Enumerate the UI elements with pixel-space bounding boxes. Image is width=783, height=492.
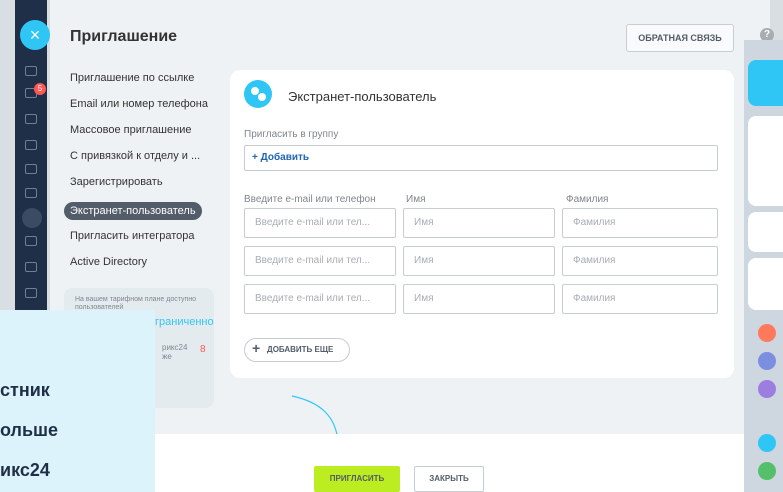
- card-title: Экстранет-пользователь: [288, 89, 437, 104]
- name-column-label: Имя: [406, 194, 426, 205]
- promo-line: стник: [0, 380, 50, 400]
- menu-item-department[interactable]: С привязкой к отделу и ...: [70, 150, 200, 162]
- email-input[interactable]: Введите e-mail или тел...: [244, 246, 396, 276]
- close-icon[interactable]: ×: [20, 20, 50, 50]
- right-card[interactable]: [748, 258, 783, 310]
- email-input[interactable]: Введите e-mail или тел...: [244, 208, 396, 238]
- menu-item-link[interactable]: Приглашение по ссылке: [70, 72, 194, 84]
- extranet-user-icon: [244, 80, 272, 108]
- right-card[interactable]: [748, 116, 783, 206]
- email-input[interactable]: Введите e-mail или тел...: [244, 284, 396, 314]
- chat-icon[interactable]: [25, 236, 37, 246]
- right-widget[interactable]: [748, 60, 783, 106]
- cart-icon[interactable]: [25, 140, 37, 150]
- promo-line: ольше: [0, 420, 59, 440]
- menu-item-active-directory[interactable]: Active Directory: [70, 256, 147, 268]
- tariff-limit: граниченно: [155, 316, 214, 328]
- phone-icon[interactable]: [758, 462, 776, 480]
- name-input[interactable]: Имя: [403, 208, 555, 238]
- share-icon[interactable]: [25, 188, 37, 198]
- close-button[interactable]: ЗАКРЫТЬ: [414, 466, 484, 492]
- name-input[interactable]: Имя: [403, 284, 555, 314]
- menu-item-email[interactable]: Email или номер телефона: [70, 98, 208, 110]
- task-icon[interactable]: [25, 164, 37, 174]
- surname-input[interactable]: Фамилия: [562, 284, 718, 314]
- calendar-icon[interactable]: [25, 262, 37, 272]
- surname-input[interactable]: Фамилия: [562, 208, 718, 238]
- menu-item-extranet[interactable]: Экстранет-пользователь: [64, 202, 202, 220]
- group-field[interactable]: [244, 145, 718, 171]
- signout-icon[interactable]: [758, 434, 776, 452]
- document-icon[interactable]: [25, 288, 37, 298]
- menu-item-register[interactable]: Зарегистрировать: [70, 176, 163, 188]
- left-rail: [15, 0, 47, 360]
- avatar[interactable]: [758, 324, 776, 342]
- invite-button[interactable]: ПРИГЛАСИТЬ: [314, 466, 400, 492]
- group-label: Пригласить в группу: [244, 129, 339, 140]
- chart-icon[interactable]: [25, 114, 37, 124]
- email-column-label: Введите e-mail или телефон: [244, 194, 376, 205]
- active-rail-item[interactable]: [22, 208, 42, 228]
- tariff-product: рикс24: [162, 343, 188, 352]
- surname-input[interactable]: Фамилия: [562, 246, 718, 276]
- menu-item-mass[interactable]: Массовое приглашение: [70, 124, 191, 136]
- feedback-button[interactable]: ОБРАТНАЯ СВЯЗЬ: [626, 24, 734, 52]
- right-card[interactable]: [748, 212, 783, 252]
- avatar[interactable]: [758, 380, 776, 398]
- menu-item-integrator[interactable]: Пригласить интегратора: [70, 230, 194, 242]
- tariff-count: 8: [200, 344, 206, 355]
- footer-bar: [50, 434, 770, 492]
- home-icon[interactable]: [25, 66, 37, 76]
- name-input[interactable]: Имя: [403, 246, 555, 276]
- page-title: Приглашение: [70, 28, 178, 45]
- notification-badge: 5: [34, 83, 46, 95]
- tariff-note: же: [162, 352, 172, 361]
- promo-line: икс24: [0, 460, 50, 480]
- add-group-link[interactable]: + Добавить: [252, 152, 309, 163]
- avatar[interactable]: [758, 352, 776, 370]
- surname-column-label: Фамилия: [566, 194, 609, 205]
- plus-icon: +: [252, 340, 261, 356]
